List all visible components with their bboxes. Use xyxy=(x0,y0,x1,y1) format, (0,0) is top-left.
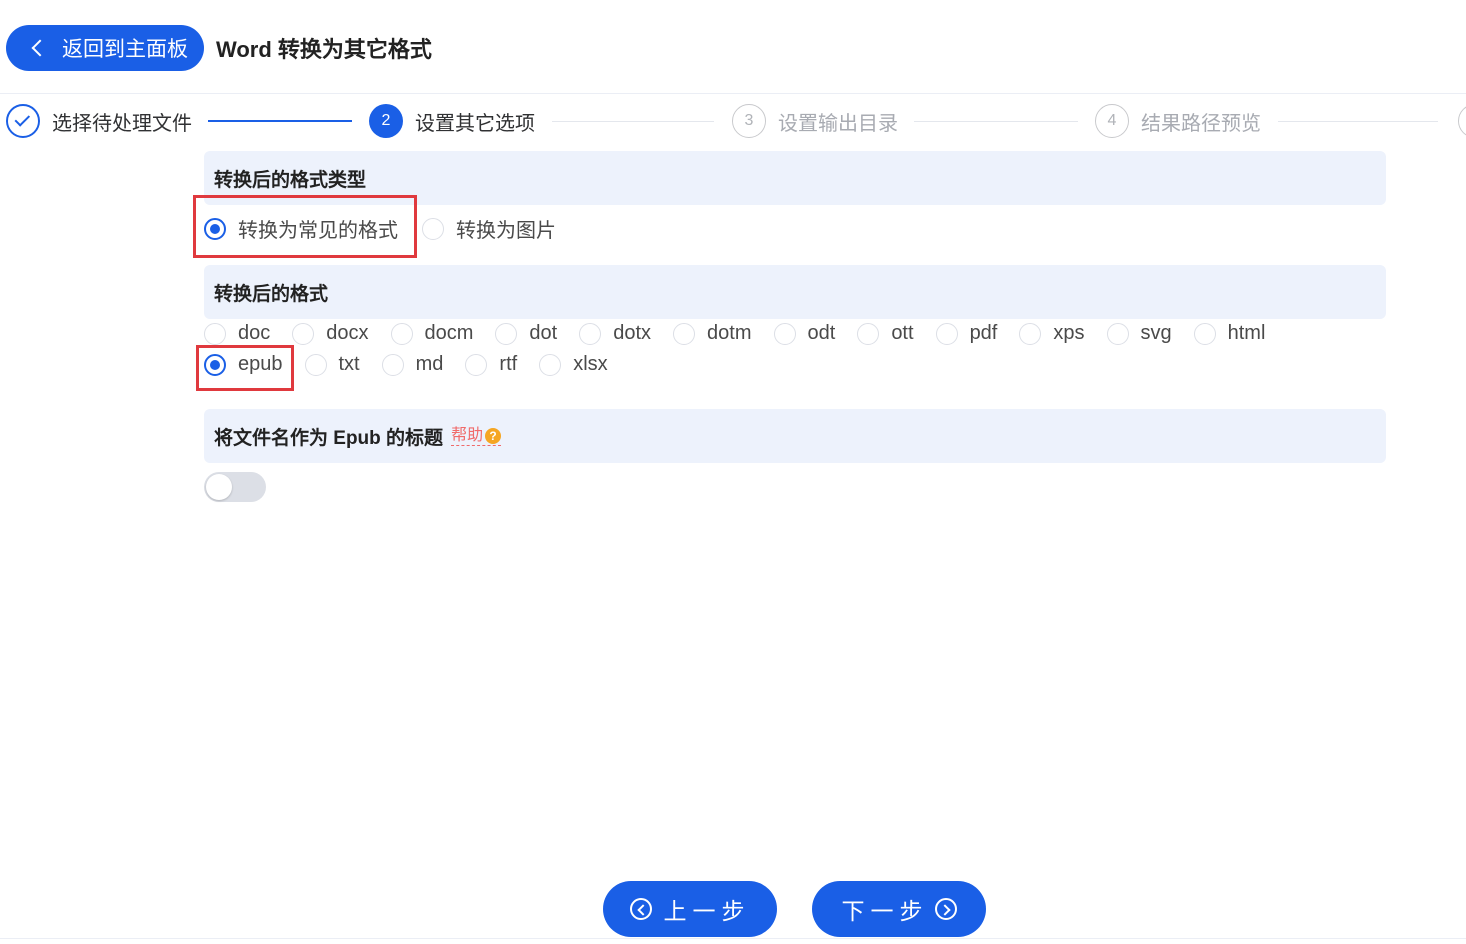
radio-label: html xyxy=(1227,322,1266,344)
page-title: Word 转换为其它格式 xyxy=(216,37,432,62)
radio-format-md[interactable]: md xyxy=(381,353,444,376)
epub-title-toggle[interactable] xyxy=(204,472,266,502)
circle-chevron-right-icon xyxy=(934,898,957,920)
prev-step-button[interactable]: 上一步 xyxy=(603,881,777,937)
chevron-left-icon xyxy=(31,39,49,57)
radio-dot xyxy=(935,322,958,345)
radio-label: svg xyxy=(1140,322,1172,344)
radio-dot xyxy=(495,322,518,345)
format-options-row-1: doc docx docm dot dotx dotm odt ott pdf xps svg htm… xyxy=(204,322,1265,345)
radio-dot xyxy=(390,322,413,345)
next-step-button[interactable]: 下一步 xyxy=(812,881,986,937)
step-label: 设置输出目录 xyxy=(778,112,898,135)
step-next-partial xyxy=(1458,104,1466,138)
radio-dot xyxy=(539,353,562,376)
step-number: 4 xyxy=(1095,104,1129,138)
radio-label: pdf xyxy=(969,322,998,344)
format-heading: 转换后的格式 xyxy=(204,265,1386,319)
radio-format-rtf[interactable]: rtf xyxy=(465,353,517,376)
radio-format-html[interactable]: html xyxy=(1193,322,1266,345)
radio-format-docx[interactable]: docx xyxy=(292,322,369,345)
radio-format-dotx[interactable]: dotx xyxy=(579,322,651,345)
radio-label: dot xyxy=(529,322,558,344)
step-connector xyxy=(1278,121,1438,122)
step-label: 选择待处理文件 xyxy=(52,112,192,135)
radio-label: xps xyxy=(1053,322,1085,344)
next-step-label: 下一步 xyxy=(841,898,929,924)
radio-dot xyxy=(673,322,696,345)
step-label: 结果路径预览 xyxy=(1141,112,1261,135)
epub-title-heading: 将文件名作为 Epub 的标题 帮助 ? xyxy=(204,409,1386,463)
radio-dot xyxy=(1106,322,1129,345)
prev-step-label: 上一步 xyxy=(663,898,751,924)
radio-label: doc xyxy=(238,322,271,344)
step-connector xyxy=(208,120,352,122)
radio-label: xlsx xyxy=(573,353,608,375)
radio-label: txt xyxy=(338,353,360,375)
radio-label: docx xyxy=(326,322,369,344)
radio-dot xyxy=(465,353,488,376)
radio-dot xyxy=(204,322,226,345)
radio-format-ott[interactable]: ott xyxy=(857,322,914,345)
radio-label: ott xyxy=(891,322,914,344)
help-label: 帮助 xyxy=(451,426,484,444)
radio-dot xyxy=(292,322,315,345)
radio-dot xyxy=(857,322,880,345)
radio-dot xyxy=(773,322,796,345)
radio-dot xyxy=(1193,322,1216,345)
back-button-label: 返回到主面板 xyxy=(62,38,188,61)
toggle-knob xyxy=(206,474,232,500)
radio-format-doc[interactable]: doc xyxy=(204,322,270,345)
radio-label: 转换为图片 xyxy=(456,220,556,242)
radio-format-pdf[interactable]: pdf xyxy=(935,322,998,345)
radio-format-odt[interactable]: odt xyxy=(773,322,836,345)
step-progress: 选择待处理文件 2 设置其它选项 3 设置输出目录 4 结果路径预览 xyxy=(0,100,1466,146)
epub-title-label: 将文件名作为 Epub 的标题 xyxy=(214,427,444,449)
highlight-box xyxy=(196,345,294,391)
radio-dot xyxy=(381,353,404,376)
radio-format-xps[interactable]: xps xyxy=(1019,322,1085,345)
step-output-dir: 3 设置输出目录 xyxy=(732,104,898,138)
radio-label: dotm xyxy=(707,322,752,344)
step-number: 3 xyxy=(732,104,766,138)
circle-chevron-left-icon xyxy=(629,898,652,920)
radio-label: dotx xyxy=(613,322,652,344)
highlight-box xyxy=(193,195,417,258)
radio-format-dotm[interactable]: dotm xyxy=(673,322,752,345)
step-check-icon xyxy=(6,104,40,138)
step-label: 设置其它选项 xyxy=(415,112,535,135)
radio-format-txt[interactable]: txt xyxy=(304,353,360,376)
radio-label: docm xyxy=(424,322,474,344)
radio-format-docm[interactable]: docm xyxy=(390,322,474,345)
step-connector xyxy=(552,121,714,122)
back-to-dashboard-button[interactable]: 返回到主面板 xyxy=(6,25,204,71)
radio-format-xlsx[interactable]: xlsx xyxy=(539,353,608,376)
radio-format-svg[interactable]: svg xyxy=(1106,322,1172,345)
radio-label: rtf xyxy=(499,353,518,375)
radio-dot xyxy=(579,322,602,345)
radio-format-dot[interactable]: dot xyxy=(495,322,557,345)
step-number: 2 xyxy=(369,104,403,138)
question-icon: ? xyxy=(485,427,502,444)
header: 返回到主面板 Word 转换为其它格式 xyxy=(0,0,1466,94)
step-select-files: 选择待处理文件 xyxy=(6,104,192,138)
radio-dot xyxy=(1019,322,1042,345)
radio-dot xyxy=(422,217,444,240)
step-result-preview: 4 结果路径预览 xyxy=(1095,104,1261,138)
step-connector xyxy=(914,121,1078,122)
radio-dot xyxy=(304,353,327,376)
radio-label: odt xyxy=(807,322,836,344)
help-link[interactable]: 帮助 ? xyxy=(451,426,502,446)
step-other-options: 2 设置其它选项 xyxy=(369,104,535,138)
radio-label: md xyxy=(415,353,444,375)
footer-divider xyxy=(0,938,1466,939)
radio-to-image[interactable]: 转换为图片 xyxy=(422,214,556,243)
